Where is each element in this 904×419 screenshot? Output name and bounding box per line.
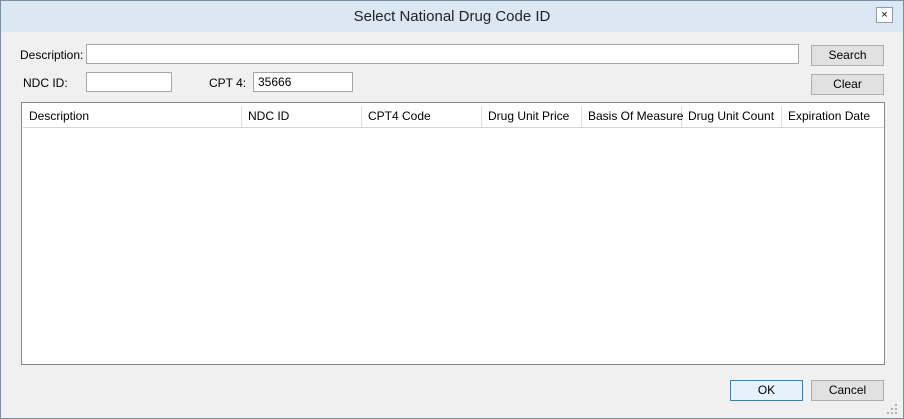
cancel-button[interactable]: Cancel <box>811 380 884 401</box>
description-input[interactable] <box>86 44 799 64</box>
column-header-drug-unit-count[interactable]: Drug Unit Count <box>682 106 782 127</box>
column-header-drug-unit-price[interactable]: Drug Unit Price <box>482 106 582 127</box>
column-header-basis-of-measure[interactable]: Basis Of Measure <box>582 106 683 127</box>
search-button[interactable]: Search <box>811 45 884 66</box>
column-header-cpt4-code[interactable]: CPT4 Code <box>362 106 482 127</box>
grid-header: Description NDC ID CPT4 Code Drug Unit P… <box>23 106 884 128</box>
column-header-description[interactable]: Description <box>23 106 242 127</box>
ndc-id-input[interactable] <box>86 72 172 92</box>
cpt4-input[interactable] <box>253 72 353 92</box>
ndc-id-label: NDC ID: <box>23 76 68 90</box>
clear-button[interactable]: Clear <box>811 74 884 95</box>
results-grid[interactable]: Description NDC ID CPT4 Code Drug Unit P… <box>21 102 885 365</box>
select-ndc-dialog: Select National Drug Code ID × Descripti… <box>0 0 904 419</box>
resize-grip-icon[interactable] <box>886 403 898 415</box>
dialog-title: Select National Drug Code ID <box>353 8 551 25</box>
title-bar[interactable]: Select National Drug Code ID × <box>1 1 903 32</box>
ok-button[interactable]: OK <box>730 380 803 401</box>
column-header-ndc-id[interactable]: NDC ID <box>242 106 362 127</box>
cpt4-label: CPT 4: <box>209 76 247 90</box>
description-label: Description: <box>20 48 84 62</box>
close-button[interactable]: × <box>876 7 893 23</box>
column-header-expiration-date[interactable]: Expiration Date <box>782 106 884 127</box>
